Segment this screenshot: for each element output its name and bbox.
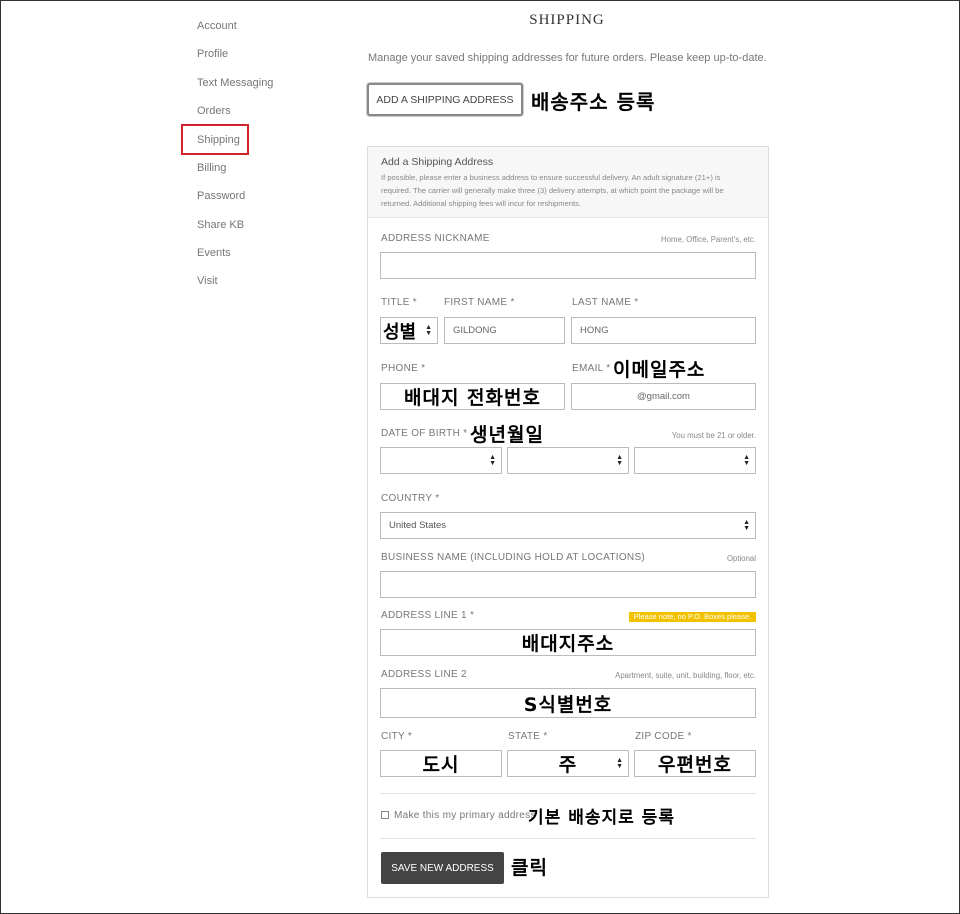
save-new-address-button[interactable]: SAVE NEW ADDRESS [381, 852, 504, 884]
nickname-hint: Home, Office, Parent's, etc. [661, 235, 756, 244]
annotation-add-address: 배송주소 등록 [531, 90, 656, 114]
select-caret-icon: ▲ ▼ [616, 756, 623, 770]
dob-day-select[interactable]: ▲ ▼ [507, 447, 629, 474]
annotation-primary: 기본 배송지로 등록 [528, 808, 675, 828]
divider [380, 793, 756, 794]
sidebar-item-orders[interactable]: Orders [197, 105, 231, 117]
panel-header: Add a Shipping Address If possible, plea… [368, 147, 768, 218]
select-caret-icon: ▲ ▼ [489, 453, 496, 467]
po-box-note: Please note, no P.O. Boxes please. [629, 612, 756, 622]
primary-address-label[interactable]: Make this my primary address [394, 810, 536, 821]
select-caret-icon: ▲ ▼ [616, 453, 623, 467]
annotation-title: 성별 [383, 321, 417, 343]
first-name-input[interactable] [444, 317, 565, 344]
annotation-state: 주 [558, 754, 578, 776]
city-input[interactable]: 도시 [380, 750, 502, 777]
sidebar-item-billing[interactable]: Billing [197, 162, 226, 174]
zip-input[interactable]: 우편번호 [634, 750, 756, 777]
sidebar-item-events[interactable]: Events [197, 247, 231, 259]
business-label: BUSINESS NAME (INCLUDING HOLD AT LOCATIO… [381, 552, 646, 563]
last-name-label: LAST NAME * [572, 297, 639, 308]
dob-hint: You must be 21 or older. [671, 431, 756, 440]
select-caret-icon: ▲ ▼ [743, 518, 750, 532]
sidebar-item-profile[interactable]: Profile [197, 48, 228, 60]
panel-description: If possible, please enter a business add… [381, 173, 724, 208]
zip-label: ZIP CODE * [635, 731, 692, 742]
title-label: TITLE * [381, 297, 417, 308]
sidebar-item-share-kb[interactable]: Share KB [197, 219, 244, 231]
dob-year-select[interactable]: ▲ ▼ [634, 447, 756, 474]
annotation-save: 클릭 [511, 857, 548, 879]
email-label: EMAIL * [572, 363, 611, 374]
annotation-dob: 생년월일 [470, 424, 544, 446]
sidebar-item-password[interactable]: Password [197, 190, 245, 202]
address1-input[interactable]: 배대지주소 [380, 629, 756, 656]
annotation-address2: S식별번호 [523, 693, 613, 716]
dob-month-select[interactable]: ▲ ▼ [380, 447, 502, 474]
select-caret-icon: ▲ ▼ [425, 323, 432, 337]
city-label: CITY * [381, 731, 413, 742]
sidebar-item-text-messaging[interactable]: Text Messaging [197, 77, 273, 89]
page-title: SHIPPING [529, 12, 605, 28]
nickname-label: ADDRESS NICKNAME [381, 233, 490, 244]
selected-highlight-box [181, 124, 249, 155]
primary-address-checkbox[interactable] [381, 811, 389, 819]
annotation-email: 이메일주소 [613, 359, 706, 381]
last-name-input[interactable] [571, 317, 756, 344]
dob-label: DATE OF BIRTH * [381, 428, 468, 439]
business-hint: Optional [726, 554, 756, 563]
annotation-zip: 우편번호 [658, 754, 732, 776]
state-label: STATE * [508, 731, 548, 742]
title-select[interactable]: 성별 ▲ ▼ [380, 317, 438, 344]
state-select[interactable]: 주 ▲ ▼ [507, 750, 629, 777]
sidebar-item-account[interactable]: Account [197, 20, 237, 32]
sidebar-item-visit[interactable]: Visit [197, 275, 218, 287]
add-shipping-address-button[interactable]: ADD A SHIPPING ADDRESS [367, 83, 523, 116]
email-input[interactable] [571, 383, 756, 410]
annotation-city: 도시 [422, 754, 460, 776]
country-label: COUNTRY * [381, 493, 440, 504]
annotation-phone: 배대지 전화번호 [404, 387, 541, 409]
panel-title: Add a Shipping Address [381, 156, 494, 168]
address1-label: ADDRESS LINE 1 * [381, 610, 475, 621]
first-name-label: FIRST NAME * [444, 297, 515, 308]
country-select[interactable]: United States ▲ ▼ [380, 512, 756, 539]
phone-input[interactable]: 배대지 전화번호 [380, 383, 565, 410]
annotation-address1: 배대지주소 [521, 633, 615, 655]
address2-input[interactable]: S식별번호 [380, 688, 756, 718]
business-input[interactable] [380, 571, 756, 598]
address2-label: ADDRESS LINE 2 [381, 669, 467, 680]
divider [380, 838, 756, 839]
address2-hint: Apartment, suite, unit, building, floor,… [615, 671, 756, 680]
country-value: United States [389, 520, 447, 531]
nickname-input[interactable] [380, 252, 756, 279]
phone-label: PHONE * [381, 363, 426, 374]
intro-text: Manage your saved shipping addresses for… [368, 52, 767, 64]
select-caret-icon: ▲ ▼ [743, 453, 750, 467]
